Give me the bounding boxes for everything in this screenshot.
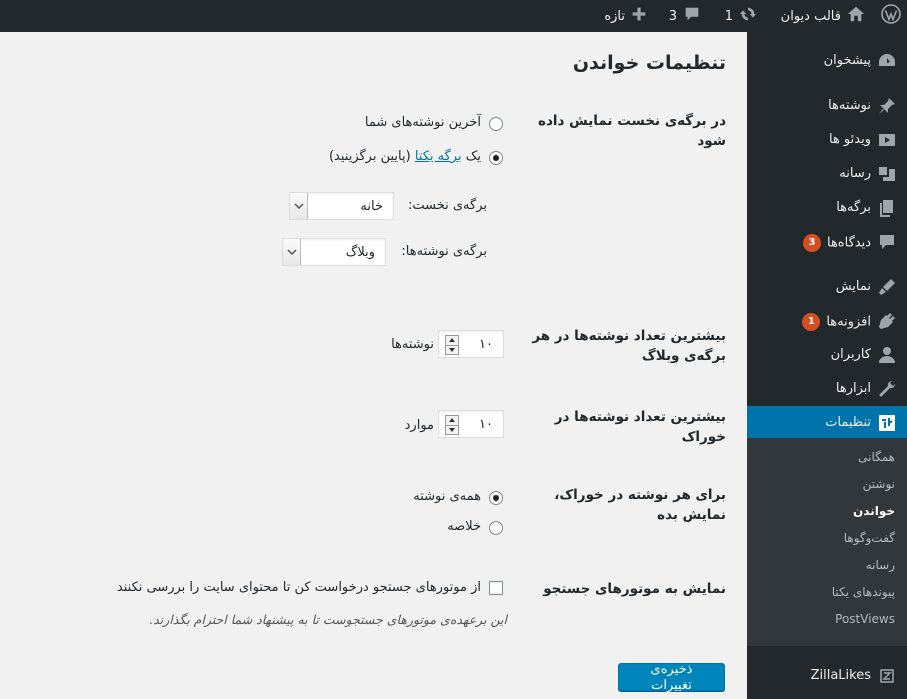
summary-radio[interactable] [489,521,503,535]
sidebar-item-label: افزونه‌ها1 [802,313,871,331]
sidebar-item-label: کاربران [830,347,871,362]
page-title: تنظیمات خواندن [572,52,726,74]
summary-label: خلاصه [447,519,481,534]
sidebar-item-media[interactable]: رسانه [747,157,907,191]
sidebar-item-label: نمایش [835,279,871,294]
admin-bar: قالب دیوان 1 3 تازه [0,0,907,32]
posts-per-rss-label: بیشترین تعداد نوشته‌ها در خوراک [554,409,726,445]
submenu-item-reading[interactable]: خواندن [853,504,895,518]
number-spinner[interactable] [445,335,459,355]
sidebar-item-label: نوشته‌ها [828,98,871,113]
plugins-update-badge: 1 [802,313,821,331]
sidebar-item-label: تنظیمات [825,415,871,430]
rss-display-label: برای هر نوشته در خوراک، نمایش بده [554,487,726,523]
home-icon [847,5,865,27]
sidebar-item-label: رسانه [839,166,871,181]
front-page-select-label: برگه‌ی نخست: [407,198,487,213]
zillalikes-icon [877,666,897,686]
sidebar-item-label: ZillaLikes [810,668,871,683]
plugin-icon [877,311,897,331]
dashboard-icon [877,51,897,71]
latest-posts-radio[interactable] [489,117,503,131]
static-page-label: یک برگه یکتا (پایین برگزینید) [328,149,481,164]
save-changes-button[interactable]: ذخیره‌ی تغییرات [618,661,725,692]
submenu-item-media[interactable]: رسانه [866,558,895,572]
submenu-item-postviews[interactable]: PostViews [835,612,895,626]
latest-posts-label: آخرین نوشته‌های شما [364,115,481,130]
settings-icon [877,413,897,433]
video-icon [877,130,897,150]
appearance-icon [877,277,897,297]
sidebar-item-tools[interactable]: ابزارها [747,372,907,406]
search-engine-description: این برعهده‌ی موتورهای جستجوست تا به پیشن… [149,612,507,627]
updates-icon [739,5,757,27]
sidebar-item-comments[interactable]: دیدگاه‌ها3 [747,225,907,259]
sidebar-item-videos[interactable]: ویدئو ها [747,123,907,157]
posts-per-page-unit: نوشته‌ها [391,337,434,352]
users-icon [877,345,897,365]
front-page-displays-label: در برگه‌ی نخست نمایش داده شود [538,113,726,149]
wordpress-logo-icon [881,4,901,28]
new-content-button[interactable]: تازه [604,0,647,32]
plus-icon [631,6,647,26]
settings-submenu: همگانی نوشتن خواندن گفت‌وگوها رسانه پیون… [747,438,907,646]
chevron-down-icon [283,239,301,265]
admin-sidebar: پیشخوان نوشته‌ها ویدئو ها رسانه برگه‌ها … [739,32,907,699]
sidebar-item-plugins[interactable]: افزونه‌ها1 [747,304,907,338]
discourage-search-engines-label: از موتورهای جستجو درخواست کن تا محتوای س… [116,580,481,595]
main-content: تنظیمات خواندن در برگه‌ی نخست نمایش داده… [0,32,747,699]
sidebar-item-posts[interactable]: نوشته‌ها [747,89,907,123]
submenu-item-permalinks[interactable]: پیوندهای یکتا [832,585,895,599]
posts-per-rss-input[interactable]: ۱۰ [438,410,504,438]
comments-button[interactable]: 3 [669,0,701,32]
posts-per-rss-unit: موارد [404,418,434,433]
full-text-radio[interactable] [489,491,503,505]
posts-page-select-label: برگه‌ی نوشته‌ها: [401,244,487,259]
wordpress-logo-button[interactable] [881,0,901,32]
new-label: تازه [604,8,625,24]
updates-count: 1 [724,8,733,24]
pages-icon [877,198,897,218]
sidebar-item-users[interactable]: کاربران [747,338,907,372]
submenu-item-discussion[interactable]: گفت‌وگوها [844,531,895,545]
sidebar-item-appearance[interactable]: نمایش [747,270,907,304]
posts-per-page-input[interactable]: ۱۰ [438,330,504,358]
comments-count-badge: 3 [802,234,821,252]
sidebar-item-dashboard[interactable]: پیشخوان [747,44,907,78]
site-name-label: قالب دیوان [780,8,841,24]
number-spinner[interactable] [445,415,459,435]
sidebar-item-pages[interactable]: برگه‌ها [747,191,907,225]
front-page-select[interactable]: خانه [289,192,394,220]
static-page-link[interactable]: برگه یکتا [415,149,462,164]
sidebar-item-label: پیشخوان [823,53,871,68]
sidebar-item-label: ابزارها [835,381,871,396]
site-name-button[interactable]: قالب دیوان [781,0,865,32]
sidebar-item-label: برگه‌ها [836,200,871,215]
media-icon [877,164,897,184]
submenu-item-general[interactable]: همگانی [858,450,895,464]
sidebar-item-zillalikes[interactable]: ZillaLikes [747,659,907,693]
pin-icon [877,96,897,116]
static-page-radio[interactable] [489,151,503,165]
sidebar-item-label: دیدگاه‌ها3 [802,234,871,252]
posts-page-select[interactable]: وبلاگ [282,238,386,266]
full-text-label: همه‌ی نوشته [413,489,481,504]
submenu-item-writing[interactable]: نوشتن [863,477,895,491]
tools-icon [877,379,897,399]
sidebar-item-label: ویدئو ها [828,132,871,147]
discourage-search-engines-checkbox[interactable] [489,581,503,595]
comment-icon [683,5,701,27]
comment-icon [877,232,897,252]
updates-button[interactable]: 1 [725,0,757,32]
sidebar-item-settings[interactable]: تنظیمات [739,406,907,440]
posts-per-page-label: بیشترین تعداد نوشته‌ها در هر برگه‌ی وبلا… [532,328,726,364]
comments-count: 3 [668,8,677,24]
search-engine-visibility-label: نمایش به موتورهای جستجو [543,581,726,597]
chevron-down-icon [290,193,308,219]
